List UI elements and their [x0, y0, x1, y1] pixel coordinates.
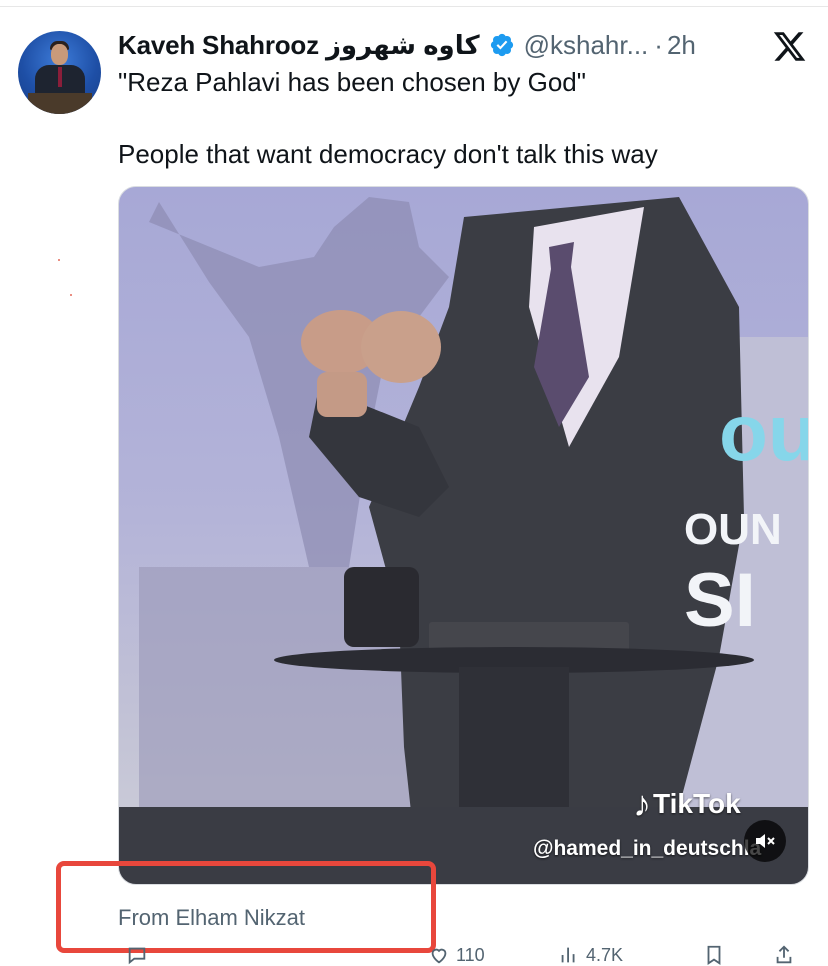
tweet-text-line-1: "Reza Pahlavi has been chosen by God" — [118, 67, 586, 97]
share-icon — [776, 945, 792, 964]
mute-button[interactable] — [744, 820, 786, 862]
avatar-podium — [28, 93, 92, 114]
stray-mark — [70, 294, 72, 296]
share-button[interactable] — [773, 944, 795, 966]
video-player[interactable]: ou OUN SI ♪ TikTok @hamed_in_deutschla — [118, 186, 809, 885]
stage-text-mid: OUN — [684, 505, 782, 554]
avatar-figure-head — [51, 44, 68, 65]
avatar[interactable] — [18, 31, 101, 114]
tiktok-handle: @hamed_in_deutschla — [533, 837, 762, 860]
like-icon — [431, 948, 447, 964]
verified-badge-icon[interactable] — [489, 32, 515, 58]
author-name[interactable]: Kaveh Shahrooz کاوه شهروز — [118, 30, 480, 61]
time-separator: · — [654, 29, 663, 60]
author-handle[interactable]: @kshahr... — [524, 30, 649, 61]
views-icon — [561, 947, 575, 963]
reply-icon — [128, 947, 146, 965]
highlight-annotation — [56, 861, 436, 953]
mute-icon — [756, 834, 775, 848]
action-bar: 110 4.7K — [118, 944, 808, 965]
stage-text-top: ou — [719, 388, 809, 477]
bookmark-button[interactable] — [703, 944, 725, 966]
tiktok-note-icon: ♪ — [633, 783, 651, 824]
views-button[interactable]: 4.7K — [558, 944, 623, 966]
bookmark-icon — [707, 945, 721, 965]
like-button[interactable]: 110 — [428, 944, 485, 966]
tweet-header: Kaveh Shahrooz کاوه شهروز @kshahr... · 2… — [118, 28, 696, 62]
tweet-text-line-2: People that want democracy don't talk th… — [118, 139, 658, 169]
stray-mark — [58, 259, 60, 261]
like-count: 110 — [456, 944, 485, 965]
stage-text-bottom: SI — [684, 558, 756, 643]
x-logo-icon[interactable] — [772, 29, 807, 64]
tiktok-watermark: ♪ TikTok — [633, 783, 741, 825]
tweet[interactable]: Kaveh Shahrooz کاوه شهروز @kshahr... · 2… — [0, 0, 828, 965]
reply-button[interactable] — [126, 944, 148, 966]
post-time[interactable]: 2h — [667, 30, 696, 61]
avatar-figure-tie — [58, 67, 62, 87]
views-count: 4.7K — [586, 944, 624, 965]
tiktok-brand: TikTok — [653, 788, 741, 819]
